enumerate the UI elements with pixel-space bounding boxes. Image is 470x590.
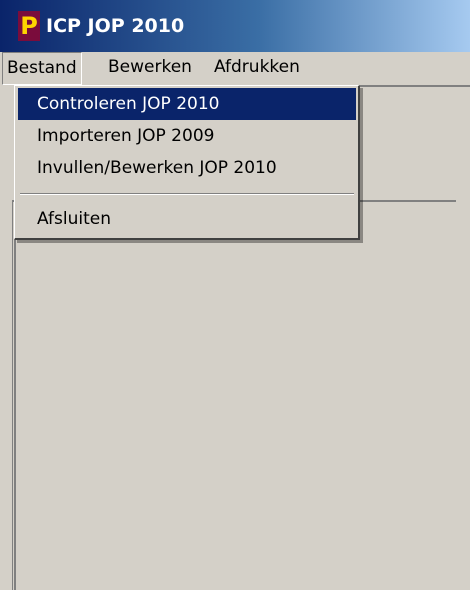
title-bar[interactable]: P ICP JOP 2010 [0,0,470,52]
menu-item-importeren[interactable]: Importeren JOP 2009 [18,120,356,152]
menu-item-invullen-bewerken[interactable]: Invullen/Bewerken JOP 2010 [18,152,356,184]
app-window: P ICP JOP 2010 Bestand Bewerken Afdrukke… [0,0,470,590]
menu-item-controleren[interactable]: Controleren JOP 2010 [18,88,356,120]
menu-bar: Bestand Bewerken Afdrukken [0,52,470,85]
app-icon[interactable]: P [18,11,40,41]
child-window-frame [12,200,456,590]
menu-bestand[interactable]: Bestand [2,52,82,85]
window-title: ICP JOP 2010 [46,15,185,37]
menu-afdrukken[interactable]: Afdrukken [210,52,304,85]
menu-item-afsluiten[interactable]: Afsluiten [18,203,356,235]
menu-bewerken[interactable]: Bewerken [104,52,196,85]
bestand-dropdown-menu: Controleren JOP 2010 Importeren JOP 2009… [14,85,360,240]
menu-separator [20,193,354,195]
